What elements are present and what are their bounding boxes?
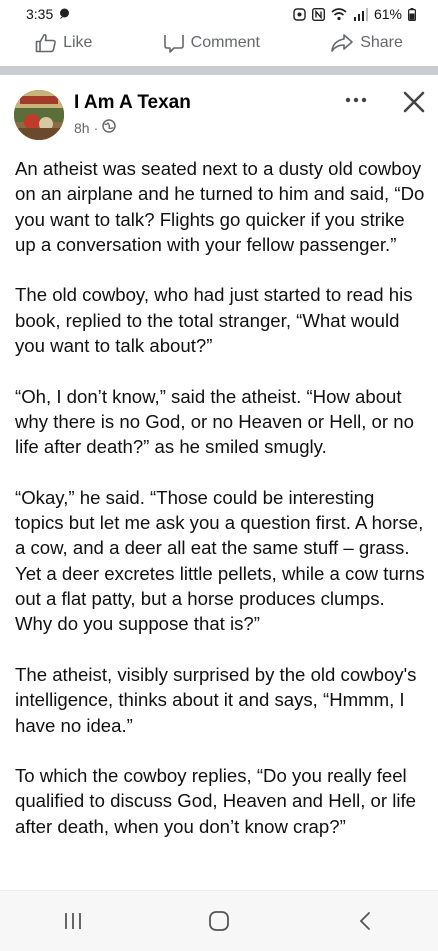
avatar-image	[14, 90, 64, 140]
post-time[interactable]: 8h	[74, 120, 90, 136]
post-paragraph: The old cowboy, who had just started to …	[15, 284, 413, 357]
meta-dot: ·	[93, 119, 99, 136]
more-dots-icon	[345, 97, 367, 103]
chat-bubble-icon	[59, 6, 70, 22]
post-header: I Am A Texan 8h ·	[0, 84, 438, 144]
share-arrow-icon	[330, 33, 354, 53]
share-label: Share	[360, 34, 403, 51]
post-paragraph: An atheist was seated next to a dusty ol…	[15, 158, 425, 255]
battery-text: 61%	[373, 6, 402, 22]
like-button[interactable]: Like	[35, 33, 92, 53]
system-nav-bar	[0, 890, 438, 951]
share-button[interactable]: Share	[330, 33, 403, 53]
status-bar: 3:35 61%	[0, 0, 438, 28]
comment-icon	[163, 33, 185, 53]
post-meta: 8h ·	[74, 119, 116, 136]
nfc-icon	[311, 7, 325, 21]
close-icon	[403, 91, 425, 113]
home-button[interactable]	[189, 901, 249, 941]
status-time: 3:35	[26, 6, 54, 22]
globe-icon	[102, 119, 116, 136]
recent-apps-icon	[65, 913, 81, 929]
avatar[interactable]	[14, 90, 64, 140]
wifi-icon	[331, 7, 347, 21]
back-icon	[359, 912, 370, 930]
post-paragraph: “Okay,” he said. “Those could be interes…	[15, 486, 425, 635]
like-label: Like	[63, 34, 93, 51]
home-icon	[209, 911, 229, 931]
status-left: 3:35	[26, 6, 70, 22]
comment-label: Comment	[190, 34, 260, 51]
battery-icon	[408, 7, 416, 21]
back-button[interactable]	[335, 901, 395, 941]
recent-apps-button[interactable]	[43, 901, 103, 941]
author-name[interactable]: I Am A Texan	[74, 92, 191, 114]
comment-button[interactable]: Comment	[163, 33, 260, 53]
divider	[0, 66, 438, 75]
status-right: 61%	[293, 6, 416, 22]
signal-icon	[353, 7, 368, 21]
post-action-bar: Like Comment Share	[0, 28, 438, 58]
more-options-button[interactable]	[344, 90, 368, 110]
post-paragraph: The atheist, visibly surprised by the ol…	[15, 663, 417, 736]
thumbs-up-icon	[35, 33, 57, 53]
close-button[interactable]	[400, 88, 428, 116]
post-text: An atheist was seated next to a dusty ol…	[15, 156, 427, 864]
alarm-icon	[293, 7, 306, 21]
post-paragraph: To which the cowboy replies, “Do you rea…	[15, 765, 417, 837]
post-paragraph: “Oh, I don’t know,” said the atheist. “H…	[15, 385, 414, 458]
